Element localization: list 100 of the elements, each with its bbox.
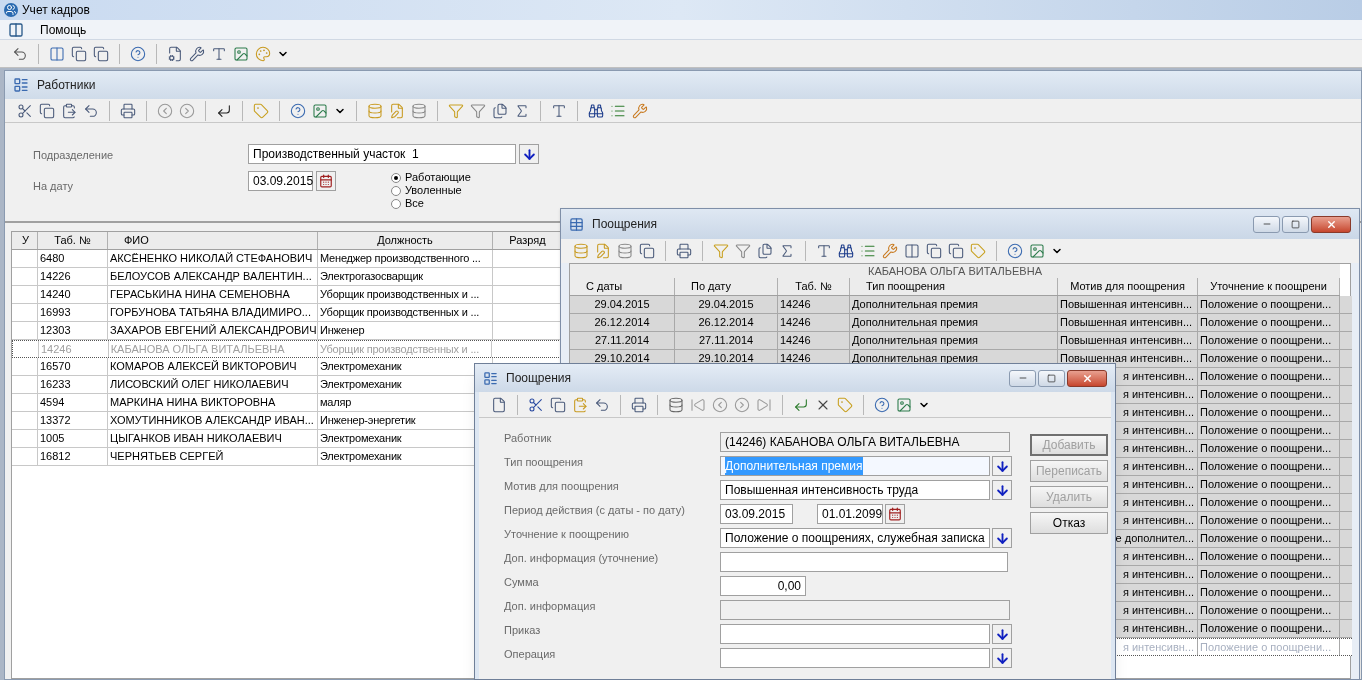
- list-icon[interactable]: [860, 243, 876, 259]
- column-header[interactable]: Должность: [318, 232, 493, 249]
- text-icon[interactable]: [816, 243, 832, 259]
- clear-filter-icon[interactable]: [735, 243, 751, 259]
- text-field[interactable]: [720, 552, 1008, 572]
- column-header[interactable]: Таб. №: [778, 278, 850, 295]
- undo-icon[interactable]: [83, 102, 99, 119]
- wrench-icon[interactable]: [189, 45, 205, 62]
- search-icon[interactable]: [588, 102, 604, 119]
- cut-icon[interactable]: [17, 102, 33, 119]
- amount-field[interactable]: 0,00: [720, 576, 806, 596]
- dialog-button[interactable]: Отказ: [1030, 512, 1108, 534]
- document-icon[interactable]: [492, 102, 508, 119]
- window-icon[interactable]: [948, 243, 964, 259]
- calendar-button[interactable]: [885, 504, 905, 524]
- printer-icon[interactable]: [676, 243, 692, 259]
- close-button[interactable]: [1311, 215, 1351, 233]
- column-header[interactable]: ФИО: [108, 232, 318, 249]
- text-icon[interactable]: [551, 102, 567, 119]
- copy-icon[interactable]: [639, 243, 655, 259]
- database-add-icon[interactable]: [367, 102, 383, 119]
- sum-icon[interactable]: [779, 243, 795, 259]
- dropdown-field[interactable]: [720, 624, 990, 644]
- sum-icon[interactable]: [514, 102, 530, 119]
- table-row[interactable]: 27.11.2014 27.11.2014 14246 Дополнительная премия Повышенная интенсивн... Положение о поощрени...: [570, 332, 1352, 350]
- previous-icon[interactable]: [712, 396, 728, 413]
- printer-icon[interactable]: [120, 102, 136, 119]
- next-icon[interactable]: [179, 102, 195, 119]
- wrench-icon[interactable]: [632, 102, 648, 119]
- undo-icon[interactable]: [594, 396, 610, 413]
- date-field[interactable]: 01.01.2099: [817, 504, 883, 524]
- column-header[interactable]: Тип поощрения: [850, 278, 1058, 295]
- text-icon[interactable]: [211, 45, 227, 62]
- table-cell: Положение о поощрени...: [1198, 620, 1340, 637]
- copy-icon[interactable]: [550, 396, 566, 413]
- columns-icon[interactable]: [904, 243, 920, 259]
- dropdown-button[interactable]: [992, 456, 1012, 476]
- column-header[interactable]: По дату: [675, 278, 778, 295]
- windows-icon[interactable]: [926, 243, 942, 259]
- window-icon: [13, 77, 29, 93]
- calendar-button[interactable]: [316, 171, 336, 191]
- settings-document-icon[interactable]: [167, 45, 183, 62]
- undo-icon[interactable]: [12, 45, 28, 62]
- column-header[interactable]: Уточнение к поощрени: [1198, 278, 1340, 295]
- dropdown-button[interactable]: [992, 624, 1012, 644]
- database-icon[interactable]: [668, 396, 684, 413]
- image-icon[interactable]: [896, 396, 912, 413]
- dropdown-field[interactable]: [720, 648, 990, 668]
- columns-icon[interactable]: [49, 45, 65, 62]
- cut-icon[interactable]: [528, 396, 544, 413]
- radio-option[interactable]: Работающие: [391, 171, 471, 184]
- dropdown-field[interactable]: Положение о поощрениях, служебная записка: [720, 528, 990, 548]
- previous-icon[interactable]: [157, 102, 173, 119]
- maximize-button[interactable]: [1038, 369, 1065, 387]
- column-header[interactable]: У: [12, 232, 38, 249]
- radio-option[interactable]: Уволенные: [391, 184, 471, 197]
- dropdown-button[interactable]: [992, 528, 1012, 548]
- new-document-icon[interactable]: [491, 396, 507, 413]
- database-add-icon[interactable]: [573, 243, 589, 259]
- database-delete-icon[interactable]: [411, 102, 427, 119]
- minimize-button[interactable]: [1009, 369, 1036, 387]
- search-icon[interactable]: [838, 243, 854, 259]
- clear-filter-icon[interactable]: [470, 102, 486, 119]
- enter-icon[interactable]: [216, 102, 232, 119]
- image-icon[interactable]: [233, 45, 249, 62]
- menu-item[interactable]: Помощь: [40, 20, 87, 39]
- dropdown-button[interactable]: [519, 144, 539, 164]
- image-icon[interactable]: [1029, 243, 1045, 259]
- close-button[interactable]: [1067, 369, 1107, 387]
- help-icon[interactable]: [130, 45, 146, 62]
- paste-icon[interactable]: [61, 102, 77, 119]
- printer-icon[interactable]: [631, 396, 647, 413]
- table-cell: 14246: [778, 296, 850, 313]
- help-icon[interactable]: [1007, 243, 1023, 259]
- dropdown-field[interactable]: Повышенная интенсивность труда: [720, 480, 990, 500]
- image-icon[interactable]: [312, 102, 328, 119]
- document-icon[interactable]: [757, 243, 773, 259]
- dropdown-button[interactable]: [992, 480, 1012, 500]
- date-field[interactable]: 03.09.2015: [248, 171, 313, 191]
- date-field[interactable]: 03.09.2015: [720, 504, 793, 524]
- wrench-icon[interactable]: [882, 243, 898, 259]
- help-icon[interactable]: [290, 102, 306, 119]
- dropdown-button[interactable]: [992, 648, 1012, 668]
- radio-option[interactable]: Все: [391, 197, 471, 210]
- copy-icon[interactable]: [39, 102, 55, 119]
- tile-icon[interactable]: [93, 45, 109, 62]
- maximize-button[interactable]: [1282, 215, 1309, 233]
- minimize-button[interactable]: [1253, 215, 1280, 233]
- help-icon[interactable]: [874, 396, 890, 413]
- database-delete-icon[interactable]: [617, 243, 633, 259]
- panel-icon[interactable]: [8, 21, 24, 38]
- department-field[interactable]: Производственный участок 1: [248, 144, 516, 164]
- column-header[interactable]: С даты: [570, 278, 675, 295]
- next-icon[interactable]: [734, 396, 750, 413]
- cascade-icon[interactable]: [71, 45, 87, 62]
- table-row[interactable]: 29.04.2015 29.04.2015 14246 Дополнительная премия Повышенная интенсивн... Положение о поощрени...: [570, 296, 1352, 314]
- table-row[interactable]: 26.12.2014 26.12.2014 14246 Дополнительная премия Повышенная интенсивн... Положение о поощрени...: [570, 314, 1352, 332]
- palette-icon[interactable]: [255, 45, 271, 62]
- column-header[interactable]: Таб. №: [38, 232, 108, 249]
- column-header[interactable]: Мотив для поощрения: [1058, 278, 1198, 295]
